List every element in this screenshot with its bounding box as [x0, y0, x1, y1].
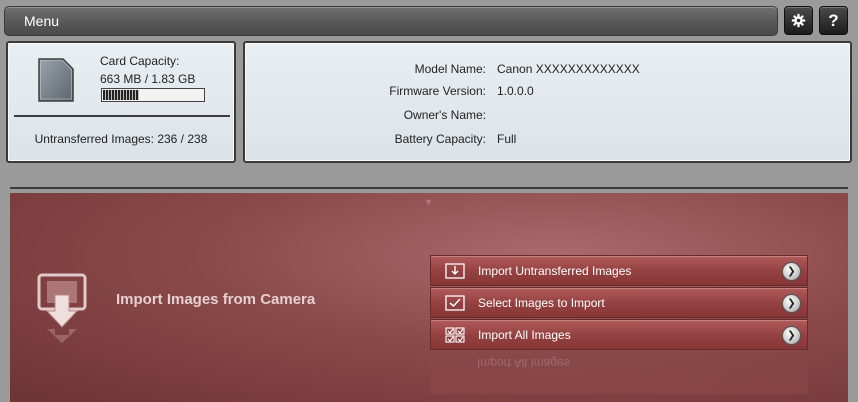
menu-title: Menu [24, 13, 60, 29]
help-icon: ? [828, 10, 839, 30]
action-label: Select Images to Import [478, 296, 605, 310]
model-name-row: Model Name: Canon XXXXXXXXXXXXX [245, 62, 850, 78]
card-capacity-panel: Card Capacity: 663 MB / 1.83 GB Untransf… [6, 41, 236, 163]
card-capacity-bar [101, 88, 205, 102]
action-label: Import All Images [478, 328, 571, 342]
checkbox-select-icon [445, 295, 465, 311]
action-label: Import Untransferred Images [478, 264, 632, 278]
untransferred-count: Untransferred Images: 236 / 238 [34, 132, 208, 146]
import-all-icon [445, 327, 465, 343]
battery-value: Full [497, 132, 517, 146]
arrow-right-icon: ❯ [782, 326, 801, 345]
collapse-arrow-icon[interactable]: ▼ [424, 197, 433, 207]
card-capacity-label: Card Capacity: [100, 54, 180, 68]
select-images-button[interactable]: Select Images to Import ❯ [430, 287, 808, 318]
card-capacity-value: 663 MB / 1.83 GB [100, 72, 196, 86]
arrow-right-icon: ❯ [782, 262, 801, 281]
menu-bar[interactable]: Menu [4, 6, 778, 36]
help-button[interactable]: ? [819, 6, 848, 35]
owner-name-row: Owner's Name: [245, 108, 850, 124]
model-name-value: Canon XXXXXXXXXXXXX [497, 62, 640, 76]
import-title: Import Images from Camera [116, 291, 316, 308]
gear-icon [791, 13, 806, 28]
firmware-row: Firmware Version: 1.0.0.0 [245, 84, 850, 100]
button-reflection: Import All Images [430, 354, 808, 394]
card-divider [14, 115, 230, 117]
import-section: ▼ Import Images from Camera Import Untra… [10, 193, 848, 402]
firmware-value: 1.0.0.0 [497, 84, 534, 98]
import-camera-icon [37, 273, 87, 343]
model-name-label: Model Name: [414, 62, 486, 76]
reflection-text: Import All Images [477, 356, 570, 370]
import-untransferred-button[interactable]: Import Untransferred Images ❯ [430, 255, 808, 286]
sd-card-icon [38, 58, 74, 102]
import-untransferred-icon [445, 263, 465, 279]
settings-button[interactable] [784, 6, 813, 35]
owner-name-label: Owner's Name: [403, 108, 486, 122]
import-all-button[interactable]: Import All Images ❯ [430, 319, 808, 350]
section-separator [10, 187, 848, 189]
camera-info-panel: Model Name: Canon XXXXXXXXXXXXX Firmware… [243, 41, 852, 163]
firmware-label: Firmware Version: [389, 84, 486, 98]
battery-label: Battery Capacity: [394, 132, 486, 146]
card-capacity-fill [103, 90, 139, 100]
arrow-right-icon: ❯ [782, 294, 801, 313]
battery-row: Battery Capacity: Full [245, 132, 850, 148]
